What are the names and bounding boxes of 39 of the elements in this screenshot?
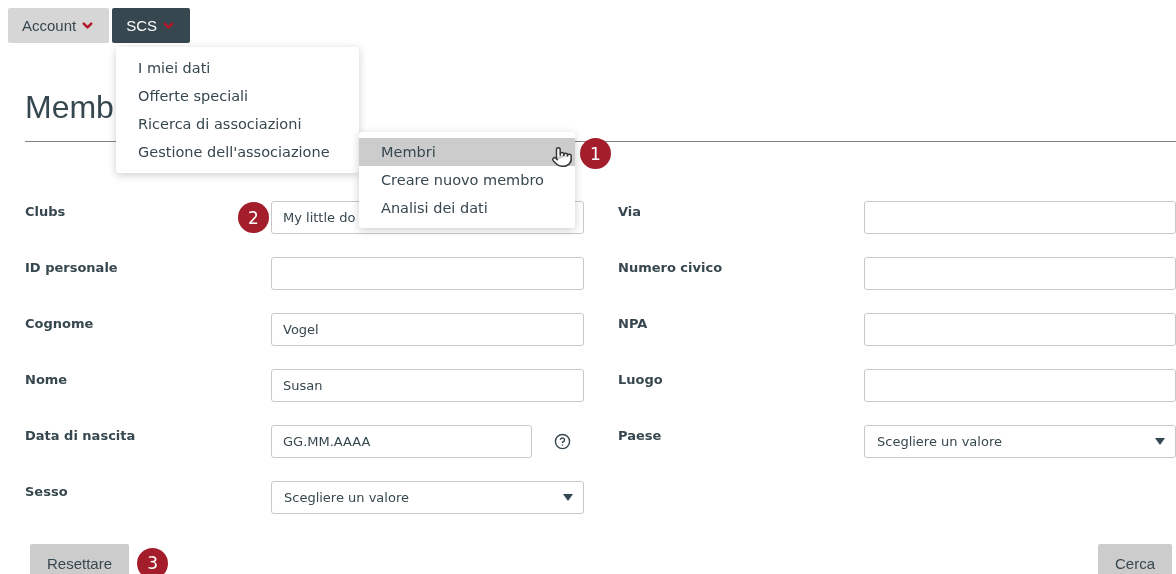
submenu-item[interactable]: Analisi dei dati [359, 194, 575, 222]
nav-menu-button[interactable]: SCS [112, 8, 191, 43]
text-field[interactable] [864, 313, 1176, 346]
page-title: Memb [25, 88, 114, 127]
text-field[interactable]: Susan [271, 369, 584, 402]
submenu-item[interactable]: Creare nuovo membro [359, 166, 575, 194]
text-field[interactable] [271, 257, 584, 290]
field-label: NPA [618, 315, 648, 331]
dropdown-caret-icon [563, 494, 573, 501]
nav-menu-button[interactable]: Account [8, 8, 110, 43]
menu-item[interactable]: Ricerca di associazioni [116, 110, 359, 138]
field-label: Sesso [25, 483, 68, 499]
field-label: Via [618, 203, 642, 219]
text-field[interactable] [864, 369, 1176, 402]
field-label: Cognome [25, 315, 94, 331]
menu-item[interactable]: Gestione dell'associazione [116, 138, 359, 166]
field-label: Data di nascita [25, 427, 136, 443]
select-field[interactable]: Scegliere un valore [864, 425, 1176, 458]
menu-item[interactable]: Offerte speciali [116, 82, 359, 110]
text-field[interactable]: Vogel [271, 313, 584, 346]
submenu-item[interactable]: Membri [359, 138, 575, 166]
text-field[interactable] [864, 201, 1176, 234]
field-label: Nome [25, 371, 68, 387]
menu-item[interactable]: I miei dati [116, 54, 359, 82]
field-label: ID personale [25, 259, 118, 275]
reset-button[interactable]: Resettare [30, 544, 130, 574]
date-field[interactable]: GG.MM.AAAA [271, 425, 532, 458]
step-badge: 2 [238, 202, 269, 233]
field-label: Clubs [25, 203, 66, 219]
help-icon[interactable] [554, 433, 571, 450]
field-label: Paese [618, 427, 662, 443]
step-badge: 3 [137, 547, 169, 574]
search-button[interactable]: Cerca [1098, 544, 1172, 574]
text-field[interactable] [864, 257, 1176, 290]
dropdown-caret-icon [1155, 438, 1165, 445]
field-label: Luogo [618, 371, 663, 387]
select-field[interactable]: Scegliere un valore [271, 481, 584, 514]
step-badge: 1 [580, 138, 611, 169]
field-label: Numero civico [618, 259, 723, 275]
